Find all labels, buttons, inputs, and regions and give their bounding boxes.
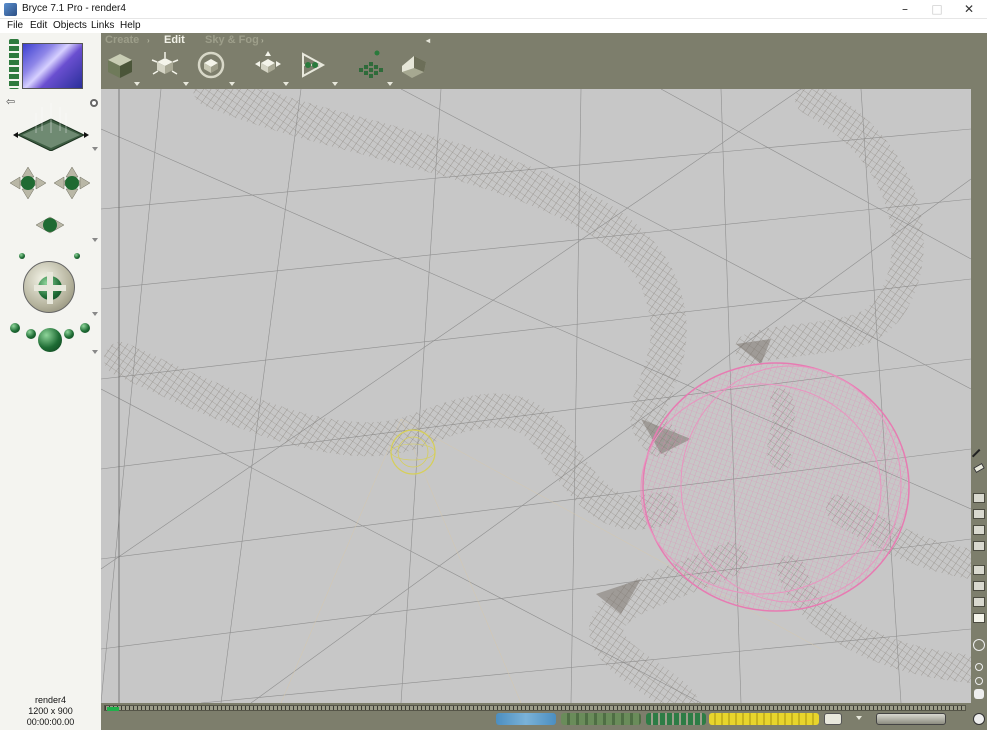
tab-sky-fog[interactable]: Sky & Fog	[205, 34, 259, 46]
randomize-icon[interactable]	[355, 50, 385, 80]
document-size: 1200 x 900	[28, 706, 73, 716]
download-icon[interactable]	[973, 613, 985, 623]
menu-edit[interactable]: Edit	[30, 20, 47, 31]
selection-menu-button[interactable]	[824, 713, 842, 725]
shaded-mode-button[interactable]	[973, 509, 985, 519]
selection-menu-arrow[interactable]	[856, 716, 862, 720]
depth-cue-button[interactable]	[973, 541, 985, 551]
menu-file[interactable]: File	[7, 20, 23, 31]
wireframe-mode-button[interactable]	[973, 493, 985, 503]
timeline-marker[interactable]	[107, 707, 119, 711]
pan-down-left-sphere[interactable]	[26, 329, 36, 339]
display-option-1-button[interactable]	[973, 565, 985, 575]
display-option-3-button[interactable]	[973, 597, 985, 607]
tab-edit[interactable]: Edit	[164, 34, 185, 46]
terrain-editor-icon[interactable]	[398, 50, 428, 80]
reposition-icon[interactable]	[253, 50, 283, 80]
reposition-menu-arrow[interactable]	[283, 82, 289, 86]
pan-right-sphere[interactable]	[80, 323, 90, 333]
view-plane-control[interactable]	[8, 95, 94, 151]
material-menu-arrow[interactable]	[134, 82, 140, 86]
object-type-selectors[interactable]	[561, 713, 641, 725]
minimize-button[interactable]: –	[889, 0, 921, 19]
left-control-panel: ⇦ render4 1200 x 900 00:00:00.00	[0, 33, 101, 730]
menu-links[interactable]: Links	[91, 20, 114, 31]
pan-menu-arrow[interactable]	[92, 350, 98, 354]
pan-center-sphere[interactable]	[38, 328, 62, 352]
zoom-in-icon[interactable]	[975, 663, 983, 671]
menu-help[interactable]: Help	[120, 20, 141, 31]
globe-icon[interactable]	[973, 713, 985, 725]
menu-objects[interactable]: Objects	[53, 20, 87, 31]
zoom-out-icon[interactable]	[975, 677, 983, 685]
tab-separator-icon: ›	[261, 36, 264, 45]
pan-left-sphere[interactable]	[10, 323, 20, 333]
material-cube-icon[interactable]	[105, 50, 135, 80]
display-option-2-button[interactable]	[973, 581, 985, 591]
align-icon[interactable]	[299, 50, 329, 80]
wireframe-sphere-icon[interactable]	[973, 639, 985, 651]
right-tool-strip	[971, 89, 987, 730]
selection-palette-left[interactable]	[496, 713, 556, 725]
menu-bar: File Edit Objects Links Help	[0, 19, 987, 33]
edit-palette: Create › Edit Sky & Fog › ◂	[101, 33, 987, 89]
hand-pan-icon[interactable]	[974, 689, 984, 699]
resize-menu-arrow[interactable]	[183, 82, 189, 86]
tab-create[interactable]: Create	[105, 34, 139, 46]
view-stack-icon[interactable]	[9, 39, 19, 89]
randomize-menu-arrow[interactable]	[387, 82, 393, 86]
playback-controls[interactable]	[876, 713, 946, 725]
3d-viewport[interactable]	[101, 89, 971, 703]
animation-bar	[101, 703, 971, 730]
resize-icon[interactable]	[150, 50, 180, 80]
camera-right-dot[interactable]	[74, 253, 80, 259]
maximize-button[interactable]: □	[921, 0, 953, 19]
title-bar: Bryce 7.1 Pro - render4 – □ ✕	[0, 0, 987, 19]
view-plane-menu-arrow[interactable]	[92, 147, 98, 151]
eraser-tool-icon[interactable]	[973, 462, 985, 474]
trackball-menu-arrow[interactable]	[92, 312, 98, 316]
animation-time: 00:00:00.00	[26, 717, 75, 727]
close-button[interactable]: ✕	[953, 0, 985, 19]
sphere-wireframe	[640, 362, 910, 612]
palette-collapse-icon[interactable]: ◂	[426, 36, 430, 45]
brush-tool-icon[interactable]	[971, 448, 987, 464]
pan-down-right-sphere[interactable]	[64, 329, 74, 339]
tab-separator-icon: ›	[147, 36, 150, 45]
color-family-buttons[interactable]	[709, 713, 819, 725]
document-name: render4	[34, 695, 67, 705]
camera-trackball[interactable]	[23, 261, 75, 313]
align-menu-arrow[interactable]	[332, 82, 338, 86]
camera-cross-control[interactable]	[6, 155, 94, 241]
camera-cross-menu-arrow[interactable]	[92, 238, 98, 242]
camera-left-dot[interactable]	[19, 253, 25, 259]
rotate-menu-arrow[interactable]	[229, 82, 235, 86]
selected-object-wireframe[interactable]	[390, 429, 436, 475]
wireframe-scene	[101, 89, 971, 703]
rotate-icon[interactable]	[196, 50, 226, 80]
app-icon	[4, 3, 17, 16]
box-mode-button[interactable]	[973, 525, 985, 535]
family-selectors[interactable]	[646, 713, 706, 725]
nano-preview[interactable]	[22, 43, 83, 89]
window-title: Bryce 7.1 Pro - render4	[22, 3, 126, 14]
animation-timeline[interactable]	[104, 705, 966, 711]
